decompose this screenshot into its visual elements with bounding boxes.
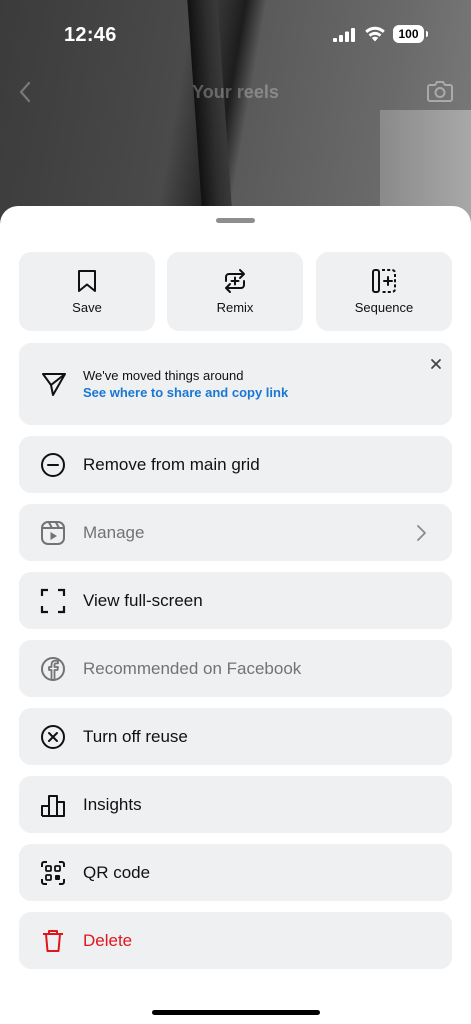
- share-copy-link[interactable]: See where to share and copy link: [83, 385, 288, 400]
- remix-button[interactable]: Remix: [167, 252, 303, 331]
- save-label: Save: [72, 300, 102, 315]
- recommended-facebook-label: Recommended on Facebook: [83, 659, 302, 678]
- page-title: Your reels: [192, 82, 279, 102]
- delete-item[interactable]: Delete: [19, 912, 452, 969]
- x-circle-icon: [41, 725, 65, 749]
- battery-indicator: 100: [393, 25, 428, 43]
- close-icon[interactable]: [429, 357, 443, 371]
- wifi-icon: [365, 26, 385, 42]
- quick-actions: Save Remix Sequence: [19, 252, 452, 331]
- fullscreen-icon: [40, 588, 66, 614]
- remix-icon: [225, 269, 245, 293]
- sequence-icon: [372, 269, 396, 293]
- insights-label: Insights: [83, 795, 142, 814]
- manage-label: Manage: [83, 523, 145, 542]
- facebook-icon: [41, 657, 65, 681]
- remove-from-grid-item[interactable]: Remove from main grid: [19, 436, 452, 493]
- status-time: 12:46: [64, 24, 117, 46]
- sequence-button[interactable]: Sequence: [316, 252, 452, 331]
- qr-code-label: QR code: [83, 863, 151, 882]
- notice-text: We've moved things around: [83, 368, 244, 383]
- reels-icon: [41, 521, 65, 545]
- minus-circle-icon: [41, 453, 65, 477]
- manage-item[interactable]: Manage: [19, 504, 452, 561]
- turn-off-reuse-label: Turn off reuse: [83, 727, 188, 746]
- trash-icon: [43, 930, 63, 952]
- cellular-signal-icon: [333, 28, 355, 42]
- save-button[interactable]: Save: [19, 252, 155, 331]
- remix-label: Remix: [216, 300, 254, 315]
- bar-chart-icon: [41, 795, 65, 817]
- options-sheet: Save Remix Sequence We've moved things a…: [0, 206, 471, 1024]
- insights-item[interactable]: Insights: [19, 776, 452, 833]
- camera-icon[interactable]: [426, 78, 454, 104]
- moved-notice: We've moved things around See where to s…: [19, 343, 452, 425]
- remove-from-grid-label: Remove from main grid: [83, 455, 260, 474]
- qr-code-item[interactable]: QR code: [19, 844, 452, 901]
- status-bar: 12:46 100: [0, 0, 471, 70]
- view-fullscreen-item[interactable]: View full-screen: [19, 572, 452, 629]
- sheet-grabber[interactable]: [216, 218, 255, 223]
- send-icon: [42, 373, 66, 396]
- turn-off-reuse-item[interactable]: Turn off reuse: [19, 708, 452, 765]
- chevron-right-icon: [417, 525, 426, 541]
- home-indicator[interactable]: [152, 1010, 320, 1015]
- recommended-facebook-item[interactable]: Recommended on Facebook: [19, 640, 452, 697]
- qr-code-icon: [41, 861, 65, 885]
- delete-label: Delete: [83, 931, 133, 950]
- bookmark-icon: [78, 270, 96, 292]
- sequence-label: Sequence: [354, 300, 414, 315]
- top-navigation: Your reels: [0, 72, 471, 112]
- view-fullscreen-label: View full-screen: [83, 591, 203, 610]
